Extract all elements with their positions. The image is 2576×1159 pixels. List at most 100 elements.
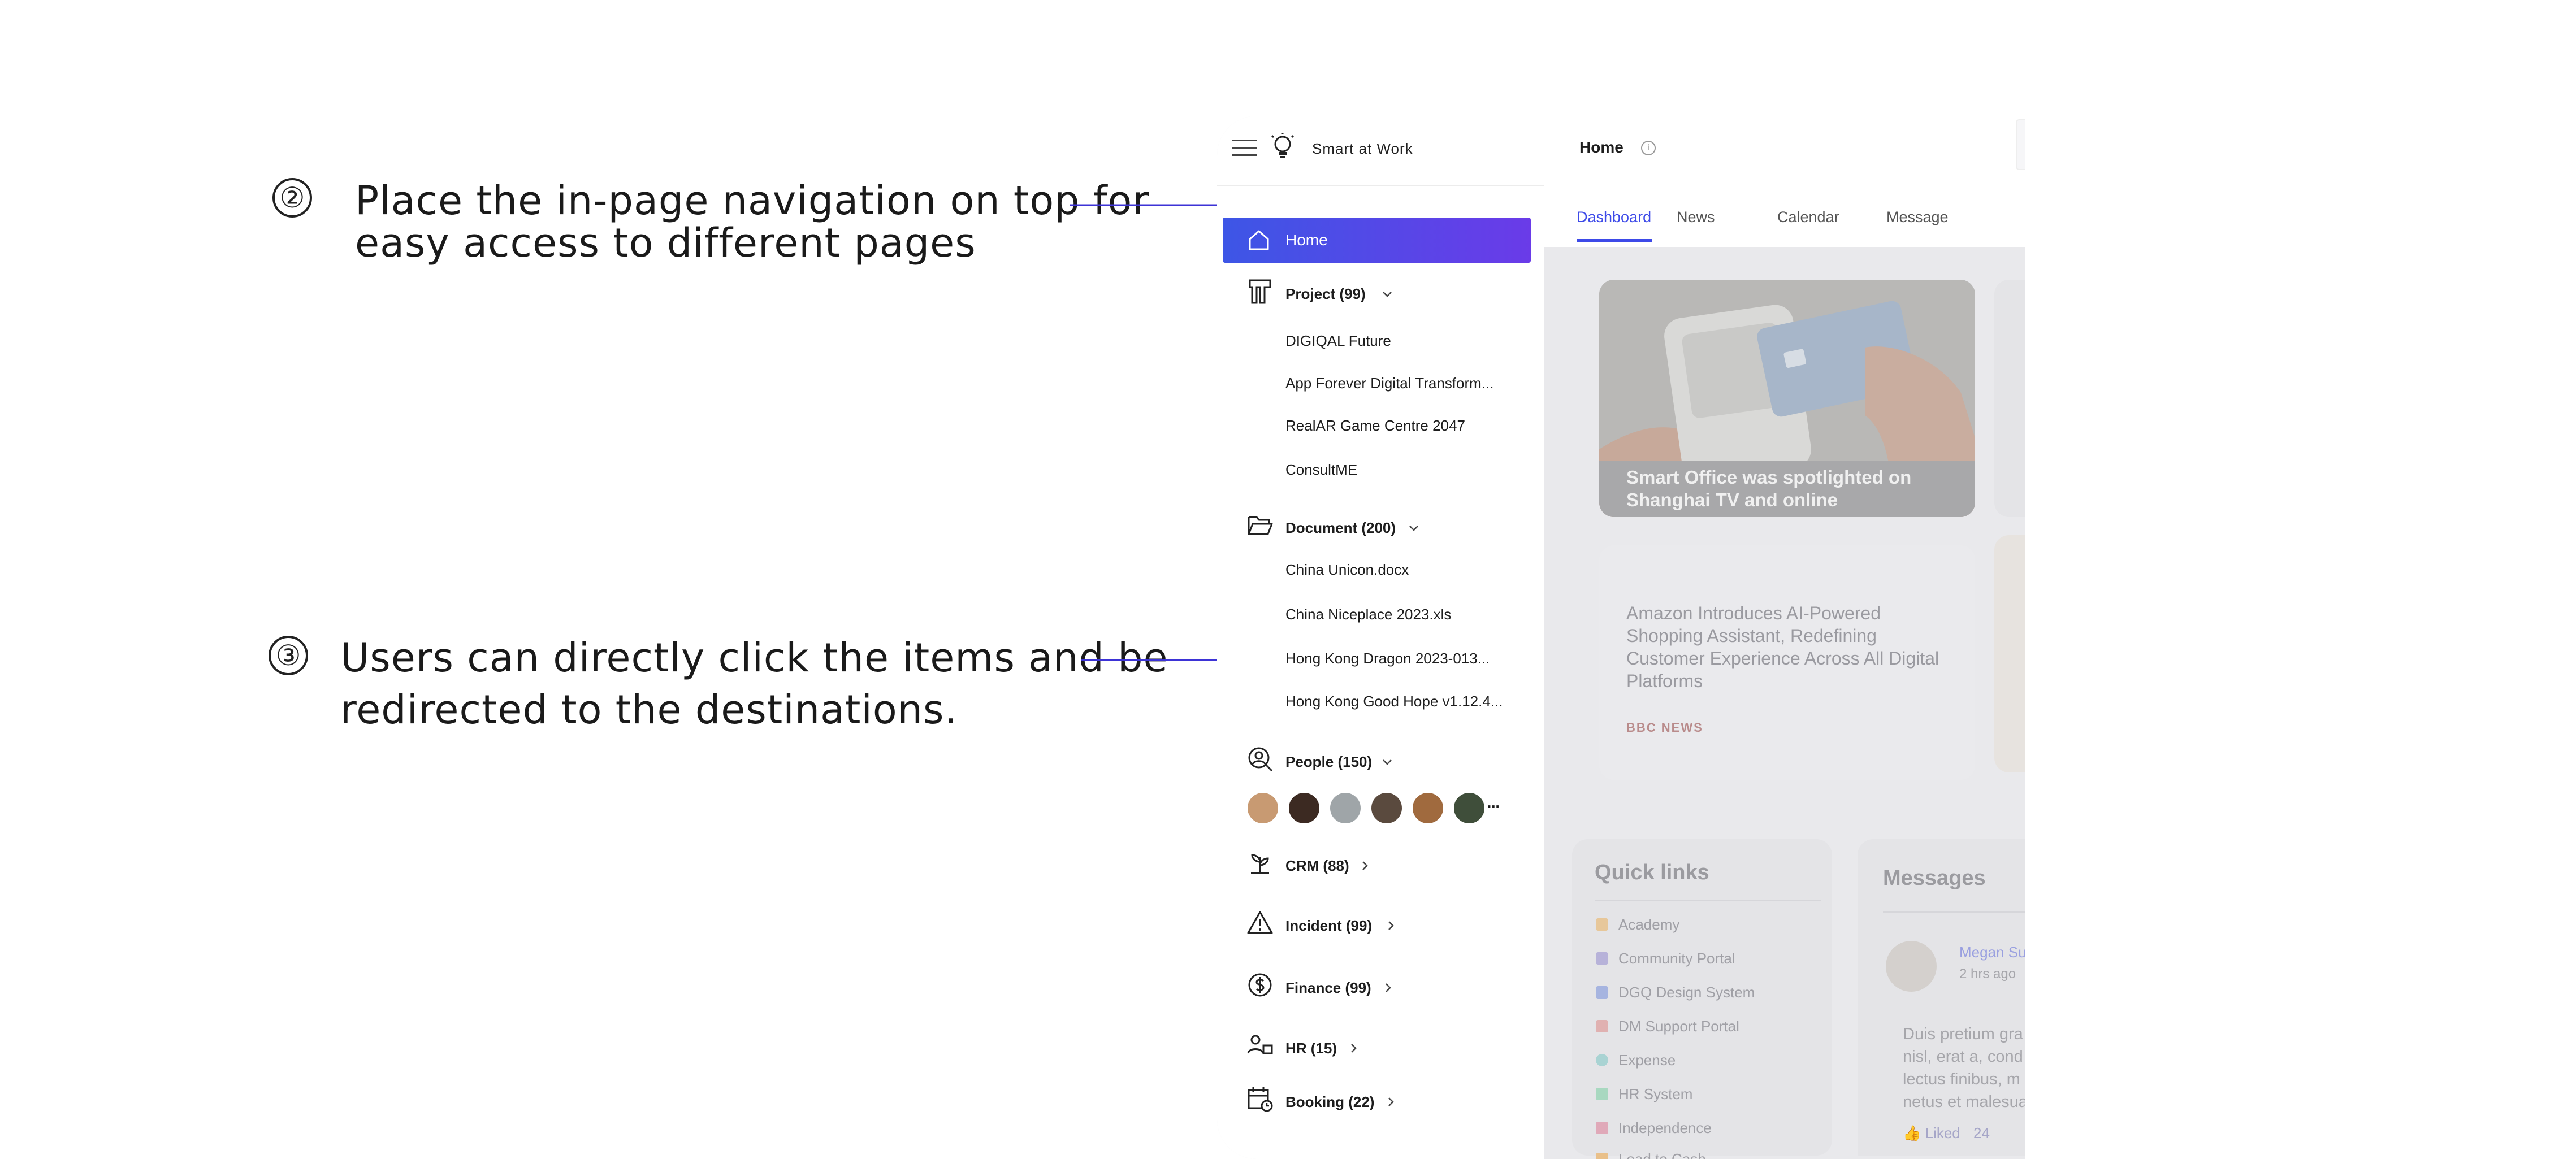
chevron-right-icon[interactable] bbox=[1382, 982, 1394, 994]
quick-link-item[interactable]: Independence bbox=[1618, 1119, 1712, 1137]
liked-count: 24 bbox=[1973, 1125, 1990, 1141]
document-item[interactable]: Hong Kong Good Hope v1.12.4... bbox=[1285, 693, 1503, 710]
divider bbox=[1595, 900, 1821, 901]
sidebar-item-people[interactable]: People (150) bbox=[1285, 753, 1372, 771]
project-item[interactable]: App Forever Digital Transform... bbox=[1285, 375, 1493, 392]
chevron-right-icon[interactable] bbox=[1358, 860, 1371, 872]
app-window: Smart at Work Home Project (99) DIGIQAL … bbox=[1217, 116, 2025, 1159]
news-headline: Smart Office was spotlighted on Shanghai… bbox=[1626, 467, 1912, 510]
document-item[interactable]: China Unicon.docx bbox=[1285, 561, 1409, 579]
tab-news[interactable]: News bbox=[1677, 209, 1715, 226]
chevron-down-icon[interactable] bbox=[1381, 288, 1393, 300]
chevron-right-icon[interactable] bbox=[1384, 919, 1397, 932]
sidebar: Smart at Work Home Project (99) DIGIQAL … bbox=[1217, 116, 1544, 1159]
dollar-icon bbox=[1248, 973, 1272, 997]
avatar[interactable] bbox=[1412, 792, 1444, 824]
quick-link-item[interactable]: HR System bbox=[1618, 1086, 1692, 1103]
project-item[interactable]: DIGIQAL Future bbox=[1285, 332, 1391, 350]
sidebar-header: Smart at Work bbox=[1217, 116, 1544, 186]
avatar[interactable] bbox=[1288, 792, 1321, 824]
hamburger-menu-icon[interactable] bbox=[1232, 140, 1257, 158]
independence-icon bbox=[1596, 1122, 1608, 1134]
project-item[interactable]: RealAR Game Centre 2047 bbox=[1285, 417, 1465, 435]
sidebar-item-document[interactable]: Document (200) bbox=[1285, 519, 1396, 537]
active-tab-indicator bbox=[1577, 239, 1652, 242]
hr-system-icon bbox=[1596, 1088, 1608, 1100]
document-item[interactable]: China Niceplace 2023.xls bbox=[1285, 606, 1451, 623]
avatar[interactable] bbox=[1370, 792, 1403, 824]
message-author[interactable]: Megan Su bbox=[1959, 944, 2025, 961]
messages-card: Messages Megan Su 2 hrs ago Duis pretium… bbox=[1858, 839, 2025, 1156]
more-people-indicator[interactable]: ... bbox=[1487, 794, 1500, 811]
tab-message[interactable]: Message bbox=[1886, 209, 1949, 226]
avatar[interactable] bbox=[1453, 792, 1486, 824]
top-right-panel bbox=[2016, 119, 2025, 170]
quick-links-title: Quick links bbox=[1595, 861, 1709, 884]
quick-link-item[interactable]: DGQ Design System bbox=[1618, 984, 1755, 1001]
divider bbox=[1883, 911, 2025, 913]
people-search-icon bbox=[1248, 747, 1273, 772]
quick-link-item[interactable]: Lead to Cash bbox=[1618, 1151, 1706, 1159]
sidebar-item-crm[interactable]: CRM (88) bbox=[1285, 857, 1349, 875]
news-card[interactable]: Smart Office was spotlighted on Shanghai… bbox=[1599, 280, 1975, 517]
sidebar-item-project[interactable]: Project (99) bbox=[1285, 285, 1366, 303]
home-icon bbox=[1249, 230, 1269, 250]
article-card[interactable]: Amazon Introduces AI-Powered Shopping As… bbox=[1599, 545, 1975, 780]
sidebar-item-hr[interactable]: HR (15) bbox=[1285, 1040, 1337, 1057]
thumbs-up-icon: 👍 bbox=[1903, 1125, 1921, 1141]
brand-name: Smart at Work bbox=[1312, 140, 1413, 157]
quick-links-card: Quick links Academy Community Portal DGQ… bbox=[1572, 839, 1832, 1159]
hr-people-icon bbox=[1247, 1035, 1273, 1054]
sidebar-item-home[interactable]: Home bbox=[1223, 218, 1531, 263]
bbc-news-logo: BBC NEWS bbox=[1626, 720, 1703, 735]
sidebar-item-incident[interactable]: Incident (99) bbox=[1285, 917, 1372, 935]
article-headline: Amazon Introduces AI-Powered Shopping As… bbox=[1626, 603, 1939, 691]
top-bar: Home i bbox=[1544, 116, 2025, 185]
page-title: Home bbox=[1579, 138, 1623, 156]
info-icon[interactable]: i bbox=[1641, 141, 1656, 155]
chevron-down-icon[interactable] bbox=[1381, 756, 1393, 768]
main-content: Home i Dashboard News Calendar Message S… bbox=[1544, 116, 2025, 1159]
message-time: 2 hrs ago bbox=[1959, 966, 2016, 982]
warning-icon bbox=[1247, 911, 1273, 934]
quick-link-item[interactable]: Academy bbox=[1618, 916, 1679, 934]
sidebar-item-finance[interactable]: Finance (99) bbox=[1285, 979, 1371, 997]
in-page-tab-bar: Dashboard News Calendar Message bbox=[1544, 185, 2025, 250]
folder-open-icon bbox=[1248, 516, 1273, 535]
lightbulb-logo-icon bbox=[1271, 133, 1294, 158]
message-line: lectus finibus, m bbox=[1903, 1070, 2020, 1088]
document-item[interactable]: Hong Kong Dragon 2023-013... bbox=[1285, 650, 1490, 667]
tab-calendar[interactable]: Calendar bbox=[1777, 209, 1839, 226]
chevron-down-icon[interactable] bbox=[1408, 522, 1420, 534]
message-author-avatar[interactable] bbox=[1886, 941, 1937, 992]
sidebar-item-home-label: Home bbox=[1285, 231, 1328, 249]
calendar-clock-icon bbox=[1248, 1087, 1273, 1112]
message-line: netus et malesua bbox=[1903, 1093, 2025, 1111]
messages-title: Messages bbox=[1883, 866, 1986, 890]
liked-label: Liked bbox=[1925, 1125, 1960, 1141]
chevron-right-icon[interactable] bbox=[1384, 1096, 1397, 1108]
project-item[interactable]: ConsultME bbox=[1285, 461, 1357, 479]
message-line: nisl, erat a, cond bbox=[1903, 1048, 2023, 1066]
quick-link-item[interactable]: Expense bbox=[1618, 1052, 1676, 1069]
community-icon bbox=[1596, 952, 1608, 965]
expense-icon bbox=[1596, 1054, 1608, 1066]
chevron-right-icon[interactable] bbox=[1347, 1042, 1360, 1054]
quick-link-item[interactable]: Community Portal bbox=[1618, 950, 1735, 967]
avatar[interactable] bbox=[1246, 792, 1279, 824]
sidebar-item-booking[interactable]: Booking (22) bbox=[1285, 1093, 1374, 1111]
project-icon bbox=[1249, 279, 1271, 304]
message-line: Duis pretium gra bbox=[1903, 1025, 2023, 1043]
quick-link-item[interactable]: DM Support Portal bbox=[1618, 1018, 1739, 1035]
support-portal-icon bbox=[1596, 1020, 1608, 1032]
plant-icon bbox=[1251, 854, 1269, 874]
message-body: Duis pretium gra nisl, erat a, cond lect… bbox=[1903, 1023, 2025, 1113]
academy-icon bbox=[1596, 918, 1608, 931]
news-card-peek bbox=[1994, 280, 2025, 517]
tab-dashboard[interactable]: Dashboard bbox=[1577, 209, 1651, 226]
avatar[interactable] bbox=[1329, 792, 1362, 824]
article-card-peek bbox=[1994, 535, 2025, 772]
lead-to-cash-icon bbox=[1596, 1153, 1608, 1159]
design-system-icon bbox=[1596, 986, 1608, 999]
like-button[interactable]: 👍 Liked 24 bbox=[1903, 1125, 1990, 1142]
